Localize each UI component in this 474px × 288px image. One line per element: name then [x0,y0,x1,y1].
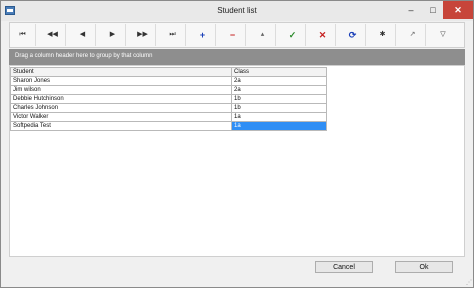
next-page-button[interactable]: ▶▶ [130,24,156,46]
student-cell[interactable]: Jim wilson [10,85,232,95]
last-record-button[interactable]: ⏭ [160,24,186,46]
student-cell[interactable]: Victor Walker [10,112,232,122]
table-row-selected[interactable]: Softpedia Test 1a [10,121,327,131]
group-by-panel[interactable]: Drag a column header here to group by th… [9,49,465,65]
next-page-icon: ▶▶ [137,31,148,38]
class-cell[interactable]: 2a [231,85,327,95]
ok-button[interactable]: Ok [395,261,453,273]
class-cell[interactable]: 1a [231,112,327,122]
goto-bookmark-button[interactable]: ↗ [400,24,426,46]
minimize-button[interactable]: – [399,1,423,19]
post-button[interactable]: ✓ [280,24,306,46]
prior-page-icon: ◀◀ [47,31,58,38]
refresh-button[interactable]: ⟳ [340,24,366,46]
class-cell[interactable]: 1b [231,103,327,113]
table-row[interactable]: Sharon Jones 2a [10,76,327,86]
student-cell[interactable]: Softpedia Test [10,121,232,131]
prior-record-icon: ◀ [79,31,86,38]
dialog-footer: Cancel Ok [9,259,465,283]
navigator-toolbar: ⏮ ◀◀ ◀ ▶ ▶▶ ⏭ + − ▴ ✓ ✕ ⟳ ✱ ↗ ▽ [9,22,465,48]
goto-bookmark-icon: ↗ [409,31,416,38]
table-row[interactable]: Charles Johnson 1b [10,103,327,113]
cancel-button[interactable]: Cancel [315,261,373,273]
student-cell[interactable]: Charles Johnson [10,103,232,113]
maximize-button[interactable]: □ [423,1,443,19]
student-list-window: Student list – □ ✕ ⏮ ◀◀ ◀ ▶ ▶▶ ⏭ + − ▴ ✓… [0,0,474,288]
table-row[interactable]: Victor Walker 1a [10,112,327,122]
edit-icon: ▴ [260,31,265,38]
refresh-icon: ⟳ [348,30,357,40]
edit-button[interactable]: ▴ [250,24,276,46]
student-table: Student Class Sharon Jones 2a Jim wilson… [10,67,327,131]
resize-grip-icon[interactable]: ⋰ [466,280,472,286]
delete-button[interactable]: − [220,24,246,46]
first-record-icon: ⏮ [19,31,26,38]
next-record-button[interactable]: ▶ [100,24,126,46]
close-button[interactable]: ✕ [443,1,473,19]
group-by-hint: Drag a column header here to group by th… [15,53,153,59]
last-record-icon: ⏭ [169,31,176,38]
column-header-student[interactable]: Student [10,67,232,77]
next-record-icon: ▶ [109,31,116,38]
filter-button[interactable]: ▽ [430,24,456,46]
insert-icon: + [199,30,206,40]
post-icon: ✓ [288,30,297,40]
delete-icon: − [229,30,236,40]
insert-button[interactable]: + [190,24,216,46]
filter-icon: ▽ [440,31,446,38]
first-record-button[interactable]: ⏮ [10,24,36,46]
cancel-edit-icon: ✕ [318,30,327,40]
class-cell[interactable]: 1b [231,94,327,104]
class-cell-selected[interactable]: 1a [231,121,327,131]
prior-page-button[interactable]: ◀◀ [40,24,66,46]
header-row: Student Class [10,67,327,77]
save-bookmark-button[interactable]: ✱ [370,24,396,46]
student-cell[interactable]: Debbie Hutchinson [10,94,232,104]
column-header-class[interactable]: Class [231,67,327,77]
table-row[interactable]: Jim wilson 2a [10,85,327,95]
student-grid: Student Class Sharon Jones 2a Jim wilson… [9,65,465,257]
prior-record-button[interactable]: ◀ [70,24,96,46]
title-bar[interactable]: Student list – □ ✕ [1,1,473,21]
save-bookmark-icon: ✱ [379,31,386,38]
student-cell[interactable]: Sharon Jones [10,76,232,86]
cancel-edit-button[interactable]: ✕ [310,24,336,46]
class-cell[interactable]: 2a [231,76,327,86]
table-row[interactable]: Debbie Hutchinson 1b [10,94,327,104]
